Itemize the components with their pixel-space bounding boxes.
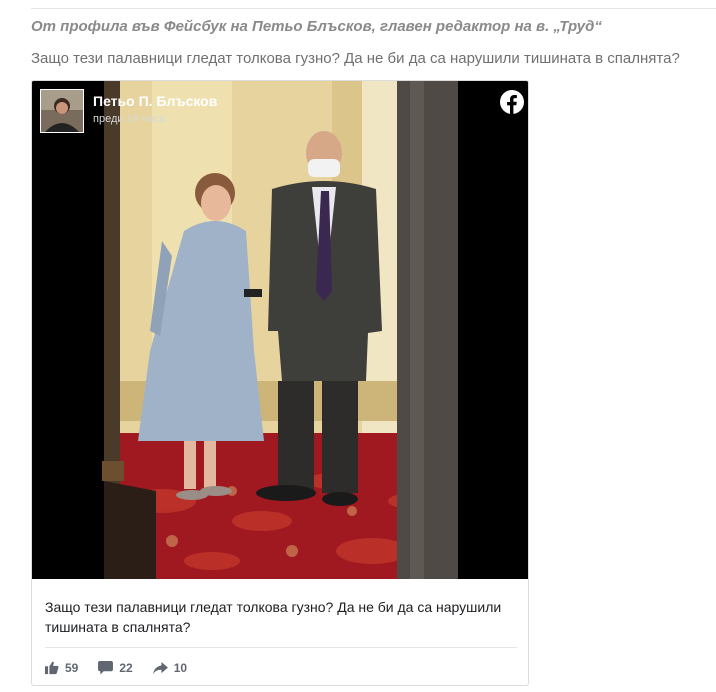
- share-count-button[interactable]: 10: [152, 661, 188, 675]
- comment-count: 22: [119, 661, 133, 675]
- reactions-bar: 59 22 10: [45, 659, 187, 677]
- author-avatar[interactable]: [40, 89, 84, 133]
- post-text: Защо тези палавници гледат толкова гузно…: [45, 599, 502, 635]
- article-intro: От профила във Фейсбук на Петьо Блъсков,…: [31, 18, 602, 35]
- like-count-button[interactable]: 59: [45, 661, 78, 675]
- thumbs-up-icon: [45, 661, 59, 675]
- facebook-logo-icon[interactable]: [500, 90, 524, 114]
- comment-count-button[interactable]: 22: [98, 661, 133, 675]
- top-divider: [31, 8, 716, 9]
- reactions-divider: [45, 647, 517, 648]
- article-lead-text: Защо тези палавници гледат толкова гузно…: [31, 50, 680, 67]
- like-count: 59: [65, 661, 79, 675]
- share-arrow-icon: [152, 661, 168, 675]
- share-count: 10: [173, 661, 188, 675]
- post-timestamp[interactable]: преди 14 часа: [93, 113, 165, 125]
- post-photo[interactable]: Петьо П. Блъсков преди 14 часа: [32, 81, 528, 579]
- speech-bubble-icon: [98, 661, 114, 675]
- facebook-embed-card[interactable]: Петьо П. Блъсков преди 14 часа Защо тези…: [31, 80, 529, 686]
- post-author-name[interactable]: Петьо П. Блъсков: [93, 93, 217, 109]
